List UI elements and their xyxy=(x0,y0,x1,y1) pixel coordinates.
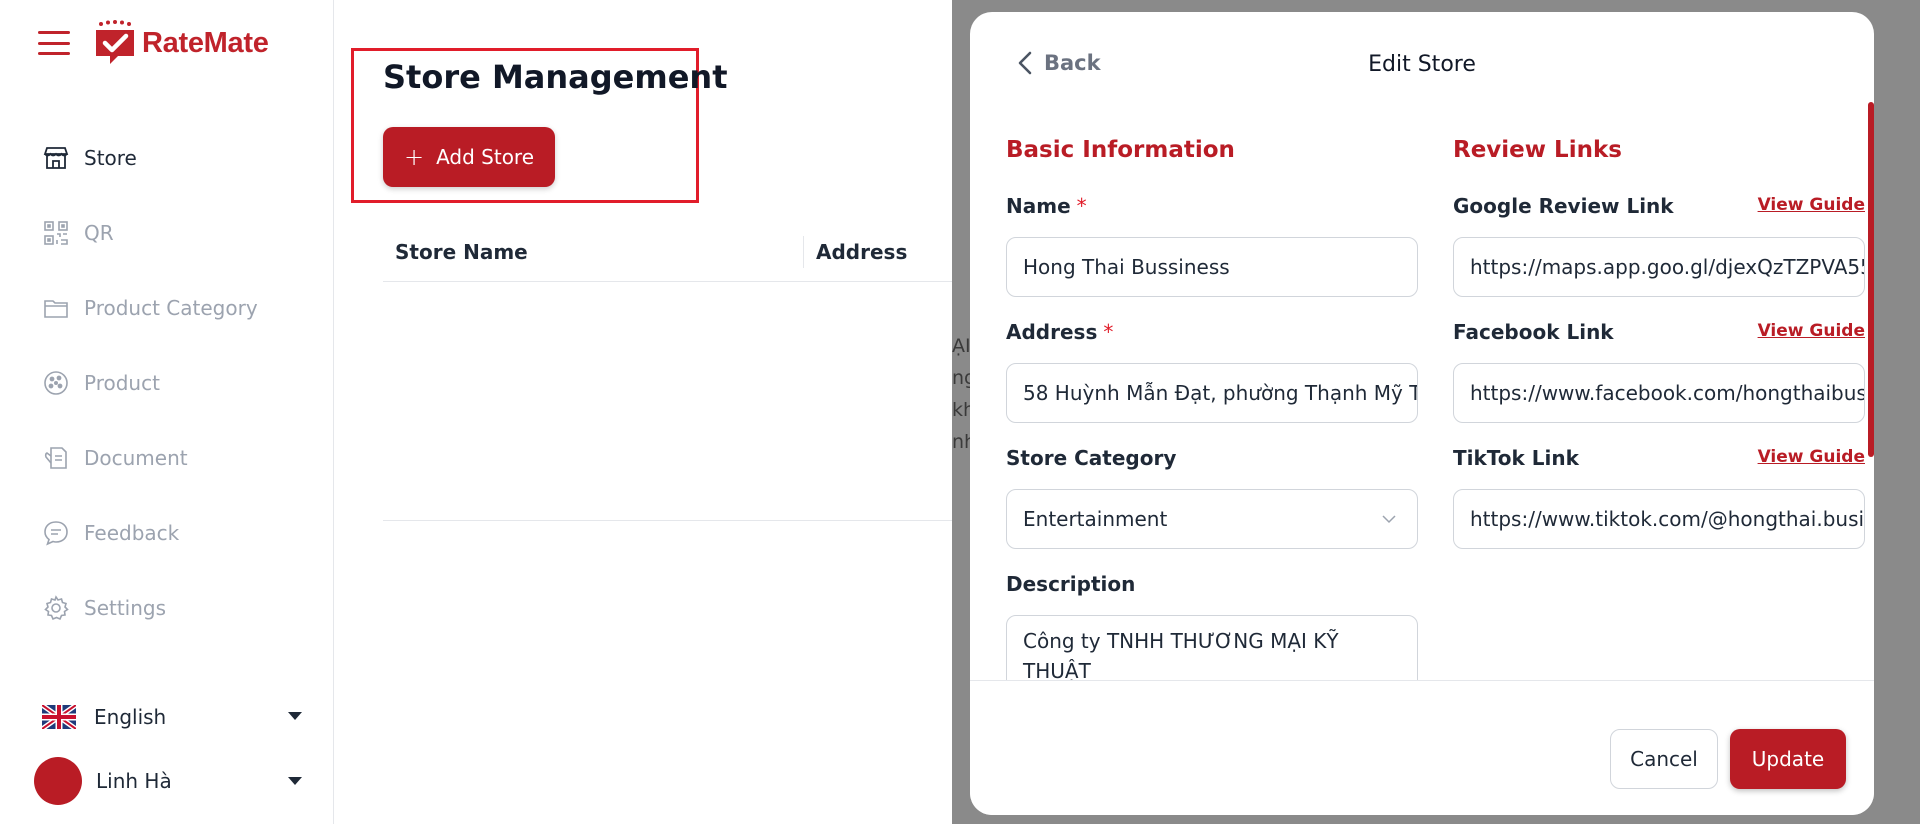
user-name: Linh Hà xyxy=(96,769,172,793)
view-guide-link-google[interactable]: View Guide xyxy=(1758,195,1865,215)
language-selector[interactable]: English xyxy=(42,700,302,734)
address-label-row: Address * xyxy=(1006,317,1418,347)
facebook-link-label: Facebook Link xyxy=(1453,320,1614,344)
name-input[interactable]: Hong Thai Bussiness xyxy=(1006,237,1418,297)
section-title: Review Links xyxy=(1453,137,1622,163)
user-menu[interactable]: Linh Hà xyxy=(34,756,302,806)
facebook-label-row: Facebook Link View Guide xyxy=(1453,317,1865,347)
scrollbar[interactable] xyxy=(1868,102,1874,457)
logo[interactable]: RateMate xyxy=(92,20,269,66)
description-label-row: Description xyxy=(1006,569,1418,599)
sidebar: RateMate Store QR Product Category Produ… xyxy=(0,0,334,824)
facebook-link-input[interactable]: https://www.facebook.com/hongthaibus xyxy=(1453,363,1865,423)
page-title: Store Management xyxy=(383,58,728,96)
add-store-label: Add Store xyxy=(436,145,535,169)
modal-header: Back Edit Store xyxy=(970,12,1874,102)
store-category-label: Store Category xyxy=(1006,446,1177,470)
name-label-row: Name * xyxy=(1006,191,1418,221)
address-label: Address xyxy=(1006,320,1098,344)
review-links-section: Review Links Google Review Link View Gui… xyxy=(1453,137,1865,549)
modal-footer: Cancel Update xyxy=(970,680,1874,815)
google-label-row: Google Review Link View Guide xyxy=(1453,191,1865,221)
cancel-button[interactable]: Cancel xyxy=(1610,729,1718,789)
modal-title: Edit Store xyxy=(1368,52,1476,77)
edit-store-modal: Back Edit Store Basic Information Name *… xyxy=(970,12,1874,815)
sidebar-item-label: Document xyxy=(84,445,188,470)
folder-icon xyxy=(42,294,70,322)
app-name: RateMate xyxy=(142,26,269,59)
address-input[interactable]: 58 Huỳnh Mẫn Đạt, phường Thạnh Mỹ Tây xyxy=(1006,363,1418,423)
avatar xyxy=(34,757,82,805)
sidebar-nav: Store QR Product Category Product Docume… xyxy=(0,120,334,645)
chat-icon xyxy=(42,519,70,547)
sidebar-item-product[interactable]: Product xyxy=(0,345,334,420)
sidebar-item-product-category[interactable]: Product Category xyxy=(0,270,334,345)
section-title: Basic Information xyxy=(1006,137,1235,163)
sidebar-item-settings[interactable]: Settings xyxy=(0,570,334,645)
google-review-link-label: Google Review Link xyxy=(1453,194,1674,218)
required-asterisk: * xyxy=(1103,320,1114,344)
store-category-value: Entertainment xyxy=(1023,507,1168,531)
view-guide-link-facebook[interactable]: View Guide xyxy=(1758,321,1865,341)
sidebar-item-store[interactable]: Store xyxy=(0,120,334,195)
tiktok-label-row: TikTok Link View Guide xyxy=(1453,443,1865,473)
description-label: Description xyxy=(1006,572,1136,596)
sidebar-item-label: QR xyxy=(84,220,114,245)
name-label: Name xyxy=(1006,194,1071,218)
language-label: English xyxy=(94,705,167,729)
update-button[interactable]: Update xyxy=(1730,729,1846,789)
sidebar-item-feedback[interactable]: Feedback xyxy=(0,495,334,570)
chevron-down-icon xyxy=(1382,515,1396,524)
ratemate-logo-icon xyxy=(96,20,134,64)
sidebar-item-qr[interactable]: QR xyxy=(0,195,334,270)
gear-icon xyxy=(42,594,70,622)
plus-icon: + xyxy=(403,143,425,171)
sidebar-item-label: Settings xyxy=(84,595,167,620)
tiktok-link-input[interactable]: https://www.tiktok.com/@hongthai.busin xyxy=(1453,489,1865,549)
main-content: Store Management + Add Store Store Name … xyxy=(335,0,955,824)
column-divider xyxy=(803,235,804,268)
store-icon xyxy=(42,144,70,172)
cookie-icon xyxy=(42,369,70,397)
sidebar-item-document[interactable]: Document xyxy=(0,420,334,495)
sidebar-item-label: Feedback xyxy=(84,520,180,545)
caret-down-icon xyxy=(288,777,302,785)
column-header-store-name[interactable]: Store Name xyxy=(383,240,803,264)
hamburger-menu-icon[interactable] xyxy=(38,31,70,55)
table-divider xyxy=(383,520,955,521)
sidebar-item-label: Product xyxy=(84,370,160,395)
basic-information-section: Basic Information Name * Hong Thai Bussi… xyxy=(1006,137,1418,695)
required-asterisk: * xyxy=(1076,194,1087,218)
table-header: Store Name Address xyxy=(383,222,955,282)
caret-down-icon xyxy=(288,712,302,720)
qr-code-icon xyxy=(42,219,70,247)
hand-document-icon xyxy=(42,444,70,472)
store-category-select[interactable]: Entertainment xyxy=(1006,489,1418,549)
sidebar-item-label: Product Category xyxy=(84,295,258,320)
add-store-button[interactable]: + Add Store xyxy=(383,127,555,187)
uk-flag-icon xyxy=(42,705,76,729)
category-label-row: Store Category xyxy=(1006,443,1418,473)
column-header-address[interactable]: Address xyxy=(816,240,907,264)
sidebar-item-label: Store xyxy=(84,145,137,170)
logo-row: RateMate xyxy=(38,20,269,66)
tiktok-link-label: TikTok Link xyxy=(1453,446,1579,470)
view-guide-link-tiktok[interactable]: View Guide xyxy=(1758,447,1865,467)
google-review-link-input[interactable]: https://maps.app.goo.gl/djexQzTZPVA55 xyxy=(1453,237,1865,297)
